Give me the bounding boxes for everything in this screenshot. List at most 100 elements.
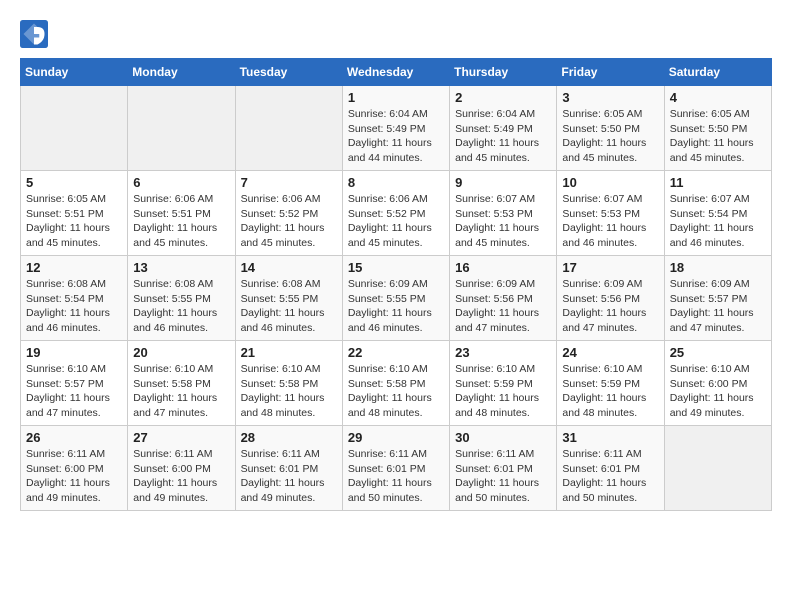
day-number: 8 [348,175,444,190]
day-info: Sunrise: 6:05 AM Sunset: 5:50 PM Dayligh… [670,107,766,166]
day-number: 1 [348,90,444,105]
calendar-cell: 30Sunrise: 6:11 AM Sunset: 6:01 PM Dayli… [450,426,557,511]
calendar-cell [664,426,771,511]
calendar-cell: 11 Sunrise: 6:07 AM Sunset: 5:54 PM Dayli… [664,171,771,256]
calendar-header: SundayMondayTuesdayWednesdayThursdayFrid… [21,59,772,86]
day-number: 16 [455,260,551,275]
day-number: 18 [670,260,766,275]
day-number: 27 [133,430,229,445]
day-number: 21 [241,345,337,360]
day-number: 9 [455,175,551,190]
day-info: Sunrise: 6:09 AM Sunset: 5:55 PM Dayligh… [348,277,444,336]
day-number: 4 [670,90,766,105]
day-info: Sunrise: 6:10 AM Sunset: 5:58 PM Dayligh… [133,362,229,421]
calendar-cell: 27Sunrise: 6:11 AM Sunset: 6:00 PM Dayli… [128,426,235,511]
day-info: Sunrise: 6:11 AM Sunset: 6:01 PM Dayligh… [241,447,337,506]
week-row-2: 12 Sunrise: 6:08 AM Sunset: 5:54 PM Dayli… [21,256,772,341]
day-info: Sunrise: 6:06 AM Sunset: 5:52 PM Dayligh… [348,192,444,251]
day-number: 31 [562,430,658,445]
calendar-cell: 24Sunrise: 6:10 AM Sunset: 5:59 PM Dayli… [557,341,664,426]
day-number: 22 [348,345,444,360]
day-info: Sunrise: 6:08 AM Sunset: 5:54 PM Dayligh… [26,277,122,336]
day-info: Sunrise: 6:10 AM Sunset: 6:00 PM Dayligh… [670,362,766,421]
calendar-cell: 15 Sunrise: 6:09 AM Sunset: 5:55 PM Dayli… [342,256,449,341]
calendar-cell: 19 Sunrise: 6:10 AM Sunset: 5:57 PM Dayli… [21,341,128,426]
day-info: Sunrise: 6:10 AM Sunset: 5:57 PM Dayligh… [26,362,122,421]
header-monday: Monday [128,59,235,86]
day-info: Sunrise: 6:11 AM Sunset: 6:00 PM Dayligh… [26,447,122,506]
day-info: Sunrise: 6:06 AM Sunset: 5:51 PM Dayligh… [133,192,229,251]
day-number: 29 [348,430,444,445]
day-info: Sunrise: 6:08 AM Sunset: 5:55 PM Dayligh… [133,277,229,336]
week-row-0: 1 Sunrise: 6:04 AM Sunset: 5:49 PM Daylig… [21,86,772,171]
day-info: Sunrise: 6:10 AM Sunset: 5:58 PM Dayligh… [241,362,337,421]
day-number: 10 [562,175,658,190]
day-number: 17 [562,260,658,275]
calendar-cell: 17 Sunrise: 6:09 AM Sunset: 5:56 PM Dayli… [557,256,664,341]
calendar-cell: 6 Sunrise: 6:06 AM Sunset: 5:51 PM Daylig… [128,171,235,256]
calendar-cell: 28 Sunrise: 6:11 AM Sunset: 6:01 PM Dayli… [235,426,342,511]
calendar-table: SundayMondayTuesdayWednesdayThursdayFrid… [20,58,772,511]
day-number: 19 [26,345,122,360]
calendar-cell: 26 Sunrise: 6:11 AM Sunset: 6:00 PM Dayli… [21,426,128,511]
calendar-cell: 23 Sunrise: 6:10 AM Sunset: 5:59 PM Dayli… [450,341,557,426]
calendar-cell: 20 Sunrise: 6:10 AM Sunset: 5:58 PM Dayli… [128,341,235,426]
day-number: 23 [455,345,551,360]
week-row-1: 5Sunrise: 6:05 AM Sunset: 5:51 PM Daylig… [21,171,772,256]
week-row-3: 19 Sunrise: 6:10 AM Sunset: 5:57 PM Dayli… [21,341,772,426]
day-number: 20 [133,345,229,360]
calendar-cell: 18 Sunrise: 6:09 AM Sunset: 5:57 PM Dayli… [664,256,771,341]
header-wednesday: Wednesday [342,59,449,86]
calendar-cell: 4 Sunrise: 6:05 AM Sunset: 5:50 PM Daylig… [664,86,771,171]
calendar-cell: 13 Sunrise: 6:08 AM Sunset: 5:55 PM Dayli… [128,256,235,341]
day-info: Sunrise: 6:09 AM Sunset: 5:57 PM Dayligh… [670,277,766,336]
page-header [20,20,772,48]
day-info: Sunrise: 6:10 AM Sunset: 5:59 PM Dayligh… [455,362,551,421]
calendar-cell: 25 Sunrise: 6:10 AM Sunset: 6:00 PM Dayli… [664,341,771,426]
day-info: Sunrise: 6:05 AM Sunset: 5:50 PM Dayligh… [562,107,658,166]
calendar-cell [128,86,235,171]
day-info: Sunrise: 6:09 AM Sunset: 5:56 PM Dayligh… [562,277,658,336]
day-info: Sunrise: 6:04 AM Sunset: 5:49 PM Dayligh… [455,107,551,166]
calendar-cell: 3 Sunrise: 6:05 AM Sunset: 5:50 PM Daylig… [557,86,664,171]
day-number: 3 [562,90,658,105]
general-blue-icon [20,20,48,48]
day-info: Sunrise: 6:10 AM Sunset: 5:58 PM Dayligh… [348,362,444,421]
day-info: Sunrise: 6:07 AM Sunset: 5:53 PM Dayligh… [455,192,551,251]
calendar-cell: 2 Sunrise: 6:04 AM Sunset: 5:49 PM Daylig… [450,86,557,171]
header-row: SundayMondayTuesdayWednesdayThursdayFrid… [21,59,772,86]
day-info: Sunrise: 6:05 AM Sunset: 5:51 PM Dayligh… [26,192,122,251]
logo [20,20,52,48]
day-number: 2 [455,90,551,105]
calendar-cell: 31 Sunrise: 6:11 AM Sunset: 6:01 PM Dayli… [557,426,664,511]
day-info: Sunrise: 6:07 AM Sunset: 5:54 PM Dayligh… [670,192,766,251]
calendar-body: 1 Sunrise: 6:04 AM Sunset: 5:49 PM Daylig… [21,86,772,511]
day-number: 6 [133,175,229,190]
calendar-cell: 1 Sunrise: 6:04 AM Sunset: 5:49 PM Daylig… [342,86,449,171]
day-number: 26 [26,430,122,445]
day-number: 7 [241,175,337,190]
calendar-cell: 16 Sunrise: 6:09 AM Sunset: 5:56 PM Dayli… [450,256,557,341]
calendar-cell: 21 Sunrise: 6:10 AM Sunset: 5:58 PM Dayli… [235,341,342,426]
calendar-cell: 14Sunrise: 6:08 AM Sunset: 5:55 PM Dayli… [235,256,342,341]
calendar-cell: 5Sunrise: 6:05 AM Sunset: 5:51 PM Daylig… [21,171,128,256]
day-number: 15 [348,260,444,275]
calendar-cell: 12 Sunrise: 6:08 AM Sunset: 5:54 PM Dayli… [21,256,128,341]
day-info: Sunrise: 6:09 AM Sunset: 5:56 PM Dayligh… [455,277,551,336]
calendar-cell: 10Sunrise: 6:07 AM Sunset: 5:53 PM Dayli… [557,171,664,256]
day-info: Sunrise: 6:11 AM Sunset: 6:01 PM Dayligh… [455,447,551,506]
calendar-cell: 9 Sunrise: 6:07 AM Sunset: 5:53 PM Daylig… [450,171,557,256]
day-info: Sunrise: 6:11 AM Sunset: 6:01 PM Dayligh… [348,447,444,506]
calendar-cell: 29 Sunrise: 6:11 AM Sunset: 6:01 PM Dayli… [342,426,449,511]
day-info: Sunrise: 6:11 AM Sunset: 6:01 PM Dayligh… [562,447,658,506]
day-info: Sunrise: 6:04 AM Sunset: 5:49 PM Dayligh… [348,107,444,166]
day-number: 12 [26,260,122,275]
week-row-4: 26 Sunrise: 6:11 AM Sunset: 6:00 PM Dayli… [21,426,772,511]
day-number: 11 [670,175,766,190]
day-number: 13 [133,260,229,275]
day-number: 28 [241,430,337,445]
header-sunday: Sunday [21,59,128,86]
header-friday: Friday [557,59,664,86]
day-number: 25 [670,345,766,360]
header-saturday: Saturday [664,59,771,86]
